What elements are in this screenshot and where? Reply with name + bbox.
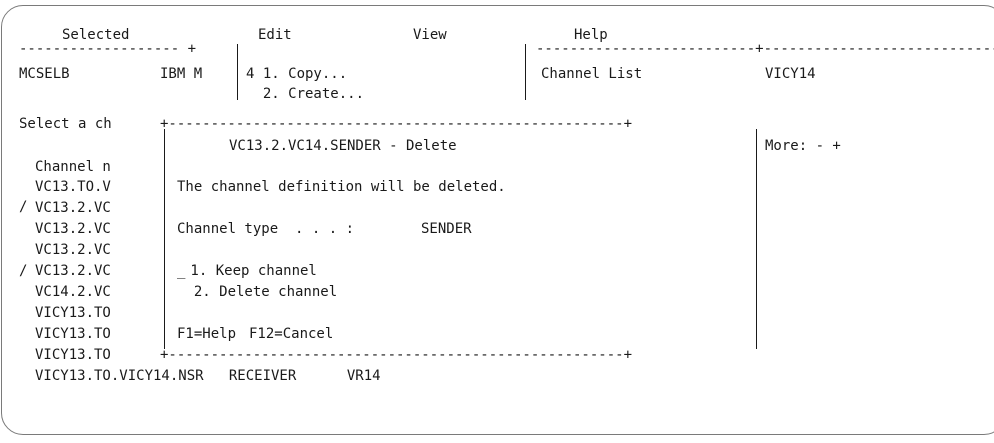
edit-menu-left-border: [237, 44, 238, 100]
list-item: VC13.2.VC: [35, 263, 111, 279]
page-title: Channel List: [541, 66, 643, 82]
menu-view[interactable]: View: [413, 25, 447, 45]
product-name: IBM M: [160, 66, 203, 82]
list-item: VICY13.TO: [35, 305, 111, 321]
list-item: VC13.2.VC: [35, 221, 111, 237]
dialog-right-border: [756, 129, 757, 349]
menubar-divider-right: --------------------------+-------------…: [536, 41, 994, 57]
menu-edit[interactable]: Edit: [258, 25, 292, 45]
dialog-bottom-border: +---------------------------------------…: [160, 347, 633, 363]
f12-cancel-key[interactable]: F12=Cancel: [249, 324, 333, 344]
channel-type-label: Channel type . . . :: [177, 221, 355, 237]
channel-type-value: SENDER: [421, 221, 472, 237]
f1-help-key[interactable]: F1=Help: [177, 324, 236, 344]
select-instruction: Select a ch: [19, 116, 112, 132]
option-delete-channel: 2. Delete channel: [177, 284, 338, 300]
list-item-last: VICY13.TO.VICY14.NSR RECEIVER VR14: [35, 368, 381, 384]
more-indicator: More: - +: [765, 138, 841, 154]
row-select-field[interactable]: /: [19, 261, 27, 281]
list-item: VICY13.TO: [35, 326, 111, 342]
panel-id: MCSELB: [19, 66, 70, 82]
list-item: VC13.2.VC: [35, 200, 111, 216]
list-item: VC13.2.VC: [35, 242, 111, 258]
menubar-divider-left: ------------------- +: [19, 41, 197, 57]
dialog-top-border: +---------------------------------------…: [160, 116, 633, 132]
edit-menu-item-create[interactable]: 2. Create...: [246, 84, 364, 104]
edit-menu-right-border: [525, 44, 526, 100]
list-item: VICY13.TO: [35, 347, 111, 363]
option-keep-channel: 1. Keep channel: [182, 263, 317, 279]
dialog-title: VC13.2.VC14.SENDER - Delete: [229, 138, 457, 154]
row-select-field[interactable]: /: [19, 197, 27, 217]
queue-manager-name: VICY14: [765, 66, 816, 82]
column-header-channel-name: Channel n: [35, 159, 111, 175]
list-item: VC14.2.VC: [35, 284, 111, 300]
dialog-left-border: [164, 129, 165, 349]
dialog-message: The channel definition will be deleted.: [177, 179, 506, 195]
list-item: VC13.TO.V: [35, 179, 111, 195]
edit-menu-item-copy[interactable]: 4 1. Copy...: [246, 64, 347, 84]
